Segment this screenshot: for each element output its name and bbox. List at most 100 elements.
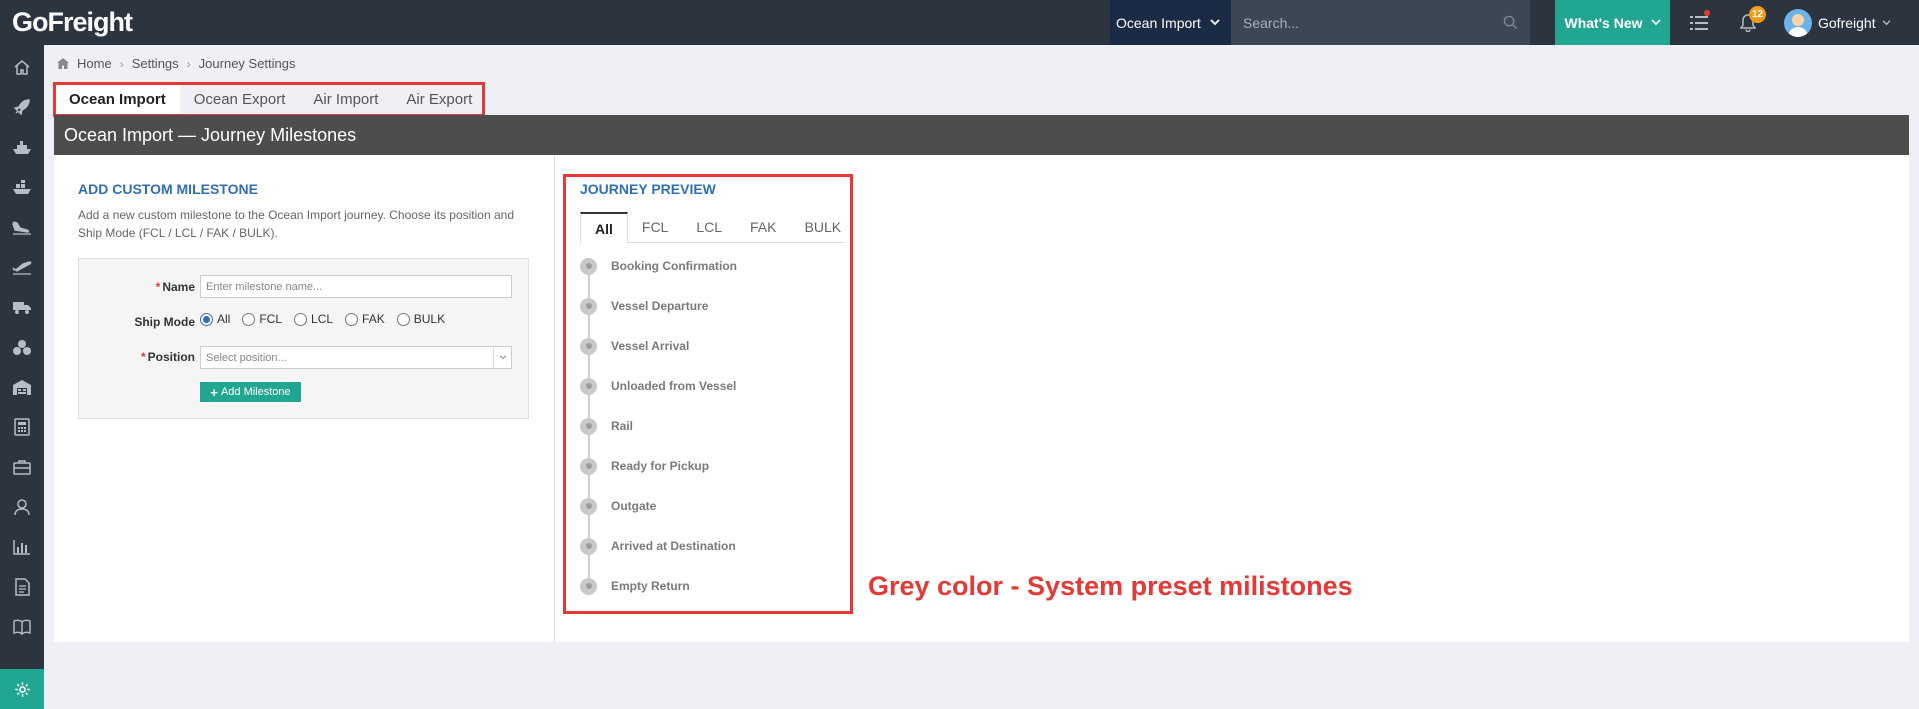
ship-mode-fcl[interactable]: FCL: [242, 312, 282, 326]
preview-tab-fak[interactable]: FAK: [736, 212, 790, 242]
milestone-dot-icon: [580, 457, 597, 475]
add-custom-milestone-description: Add a new custom milestone to the Ocean …: [78, 208, 515, 240]
add-milestone-button[interactable]: + Add Milestone: [200, 382, 301, 402]
preview-tab-all[interactable]: All: [580, 212, 628, 243]
radio-button[interactable]: [294, 312, 308, 326]
milestone-label: Vessel Arrival: [611, 339, 690, 353]
sidebar-item-warehouse[interactable]: [0, 367, 44, 407]
sidebar-item-documents[interactable]: [0, 567, 44, 607]
bar-chart-icon: [13, 540, 30, 555]
preview-tab-bulk[interactable]: BULK: [791, 212, 856, 242]
sidebar-item-quotes[interactable]: [0, 87, 44, 127]
mode-select[interactable]: Ocean Import: [1110, 0, 1231, 45]
milestone-dot-icon: [580, 337, 597, 355]
sidebar-item-air-import[interactable]: [0, 207, 44, 247]
user-menu[interactable]: Gofreight: [1784, 0, 1891, 45]
ship-mode-radio-group: All FCL LCL FAK BULK: [200, 312, 445, 326]
ship-mode-bulk[interactable]: BULK: [396, 312, 445, 326]
radio-label: All: [217, 312, 231, 326]
preview-tab-fcl[interactable]: FCL: [628, 212, 682, 242]
tab-air-import[interactable]: Air Import: [299, 84, 393, 115]
add-custom-milestone-title: ADD CUSTOM MILESTONE: [78, 181, 258, 197]
milestone-item: Empty Return: [580, 577, 690, 595]
ship-mode-all[interactable]: All: [200, 312, 230, 326]
search-input[interactable]: [1243, 14, 1493, 31]
chevron-down-icon: [1650, 19, 1661, 26]
avatar: [1784, 8, 1812, 37]
list-icon: [1690, 16, 1708, 30]
mode-select-value: Ocean Import: [1116, 14, 1201, 31]
milestone-label: Empty Return: [611, 579, 690, 593]
journey-tabs: Ocean Import Ocean Export Air Import Air…: [55, 84, 487, 115]
sidebar: [0, 45, 44, 709]
whats-new-button[interactable]: What's New: [1555, 0, 1670, 45]
sidebar-item-reports[interactable]: [0, 527, 44, 567]
milestone-label: Arrived at Destination: [611, 539, 736, 553]
container-ship-icon: [13, 180, 31, 194]
sidebar-item-settings[interactable]: [0, 669, 44, 709]
radio-button[interactable]: [396, 312, 410, 326]
warehouse-icon: [13, 380, 31, 395]
notifications-button[interactable]: 12: [1737, 6, 1767, 34]
home-icon: [57, 58, 69, 69]
position-label-text: Position: [147, 350, 195, 364]
document-icon: [14, 578, 30, 596]
home-icon: [14, 59, 30, 75]
milestone-dot-icon: [580, 497, 597, 515]
preview-tab-lcl[interactable]: LCL: [682, 212, 736, 242]
milestone-name-input[interactable]: [200, 275, 512, 298]
sidebar-item-ocean-export[interactable]: [0, 167, 44, 207]
breadcrumb-home[interactable]: Home: [77, 56, 112, 71]
notification-badge: 12: [1749, 6, 1767, 23]
search-icon[interactable]: [1503, 15, 1518, 30]
sidebar-item-ocean-import[interactable]: [0, 127, 44, 167]
milestone-label: Outgate: [611, 499, 657, 513]
tab-ocean-import[interactable]: Ocean Import: [55, 84, 180, 115]
journey-preview-title: JOURNEY PREVIEW: [580, 181, 716, 197]
sidebar-item-trucking[interactable]: [0, 287, 44, 327]
breadcrumb-settings[interactable]: Settings: [132, 56, 179, 71]
milestone-label: Vessel Departure: [611, 299, 709, 313]
milestone-item: Outgate: [580, 497, 656, 515]
chevron-down-icon: [493, 347, 511, 368]
sidebar-item-guide[interactable]: [0, 607, 44, 647]
sidebar-item-misc[interactable]: [0, 327, 44, 367]
sidebar-item-contacts[interactable]: [0, 487, 44, 527]
milestone-label: Booking Confirmation: [611, 259, 737, 273]
preview-tabs: All FCL LCL FAK BULK: [580, 212, 845, 243]
milestone-label: Ready for Pickup: [611, 459, 710, 473]
sidebar-item-home[interactable]: [0, 47, 44, 87]
position-label: * Position: [75, 350, 195, 364]
ship-mode-fak[interactable]: FAK: [345, 312, 385, 326]
radio-label: FCL: [259, 312, 283, 326]
milestone-dot-icon: [580, 297, 597, 315]
name-label-text: Name: [162, 280, 195, 294]
milestone-item: Booking Confirmation: [580, 257, 737, 275]
milestone-item: Vessel Departure: [580, 297, 708, 315]
chevron-right-icon: ›: [186, 56, 191, 71]
briefcase-icon: [13, 460, 31, 475]
sidebar-item-business[interactable]: [0, 447, 44, 487]
gear-icon: [14, 681, 30, 697]
tab-air-export[interactable]: Air Export: [392, 84, 487, 115]
milestone-item: Ready for Pickup: [580, 457, 709, 475]
radio-button[interactable]: [242, 312, 256, 326]
plus-icon: +: [210, 384, 218, 400]
plane-takeoff-icon: [12, 261, 32, 275]
plane-landing-icon: [12, 221, 31, 235]
position-select[interactable]: Select position...: [200, 346, 512, 369]
radio-button[interactable]: [200, 312, 213, 326]
annotation-text: Grey color - System preset milistones: [868, 571, 1353, 601]
sidebar-item-air-export[interactable]: [0, 247, 44, 287]
chevron-right-icon: ›: [119, 56, 124, 71]
task-list-button[interactable]: [1688, 10, 1710, 34]
ship-mode-lcl[interactable]: LCL: [294, 312, 333, 326]
sidebar-item-accounting[interactable]: [0, 407, 44, 447]
required-marker: *: [155, 280, 161, 294]
radio-label: LCL: [311, 312, 334, 326]
radio-button[interactable]: [345, 312, 359, 326]
tab-ocean-export[interactable]: Ocean Export: [179, 84, 300, 115]
ship-icon: [13, 141, 31, 154]
unread-dot: [1704, 10, 1710, 16]
app-logo[interactable]: GoFreight: [12, 7, 133, 38]
